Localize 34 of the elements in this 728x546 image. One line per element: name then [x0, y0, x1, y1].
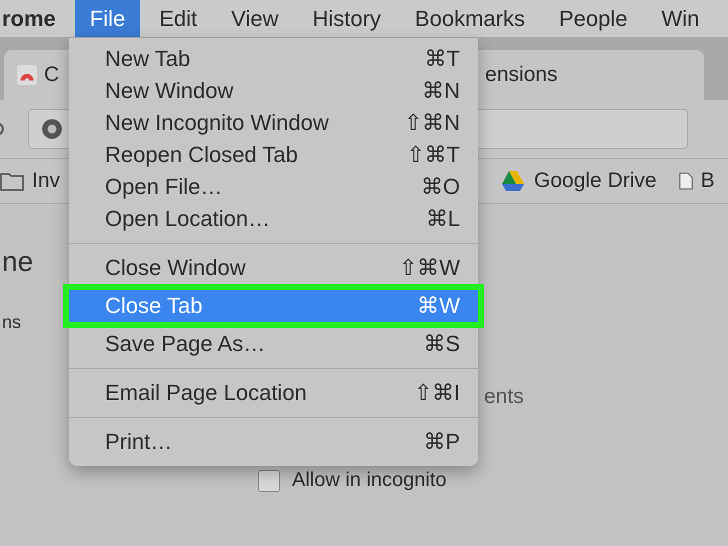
browser-logo-icon	[41, 118, 63, 140]
page-heading: ne	[2, 246, 34, 278]
menu-bar-item[interactable]: History	[297, 0, 396, 37]
menu-item[interactable]: Reopen Closed Tab ⇧⌘T	[69, 139, 478, 171]
folder-icon	[0, 171, 24, 191]
menu-bar-item[interactable]: File	[74, 0, 140, 37]
menu-bar-item[interactable]: People	[544, 0, 642, 37]
menu-item[interactable]: Close Window ⇧⌘W	[69, 252, 478, 284]
checkbox-label: Allow in incognito	[292, 469, 447, 492]
menu-bar-item[interactable]: rome	[0, 0, 71, 37]
menu-item[interactable]: New Incognito Window ⇧⌘N	[69, 107, 478, 139]
bookmark[interactable]: B	[678, 169, 715, 193]
menu-item[interactable]: New Window ⌘N	[69, 75, 478, 107]
checkbox[interactable]	[258, 470, 280, 492]
tab-title: C	[44, 63, 60, 87]
triangle-icon	[500, 170, 526, 192]
menu-item[interactable]: Save Page As… ⌘S	[69, 328, 478, 360]
tab-title: ensions	[485, 63, 558, 87]
browser-logo-icon	[16, 64, 38, 86]
sidebar-text: ns	[2, 312, 22, 333]
menu-item[interactable]: New Tab ⌘T	[69, 43, 478, 75]
menu-bar-item[interactable]: Bookmarks	[400, 0, 540, 37]
section-text: ents	[484, 385, 524, 409]
menu-bar-item[interactable]: Win	[646, 0, 714, 37]
menu-item[interactable]: Open Location… ⌘L	[69, 203, 478, 235]
document-icon	[678, 171, 693, 191]
menu-item[interactable]: Print… ⌘P	[69, 426, 478, 458]
menu-item[interactable]: Email Page Location ⇧⌘I	[69, 377, 478, 409]
menu-item[interactable]: Open File… ⌘O	[69, 171, 478, 203]
menu-bar-item[interactable]: Edit	[144, 0, 212, 37]
menu-item[interactable]: Close Tab ⌘W	[69, 290, 478, 322]
menu-bar-item[interactable]: View	[216, 0, 294, 37]
bookmark[interactable]: Google Drive	[500, 169, 657, 193]
bookmark[interactable]: Inv	[0, 169, 60, 193]
